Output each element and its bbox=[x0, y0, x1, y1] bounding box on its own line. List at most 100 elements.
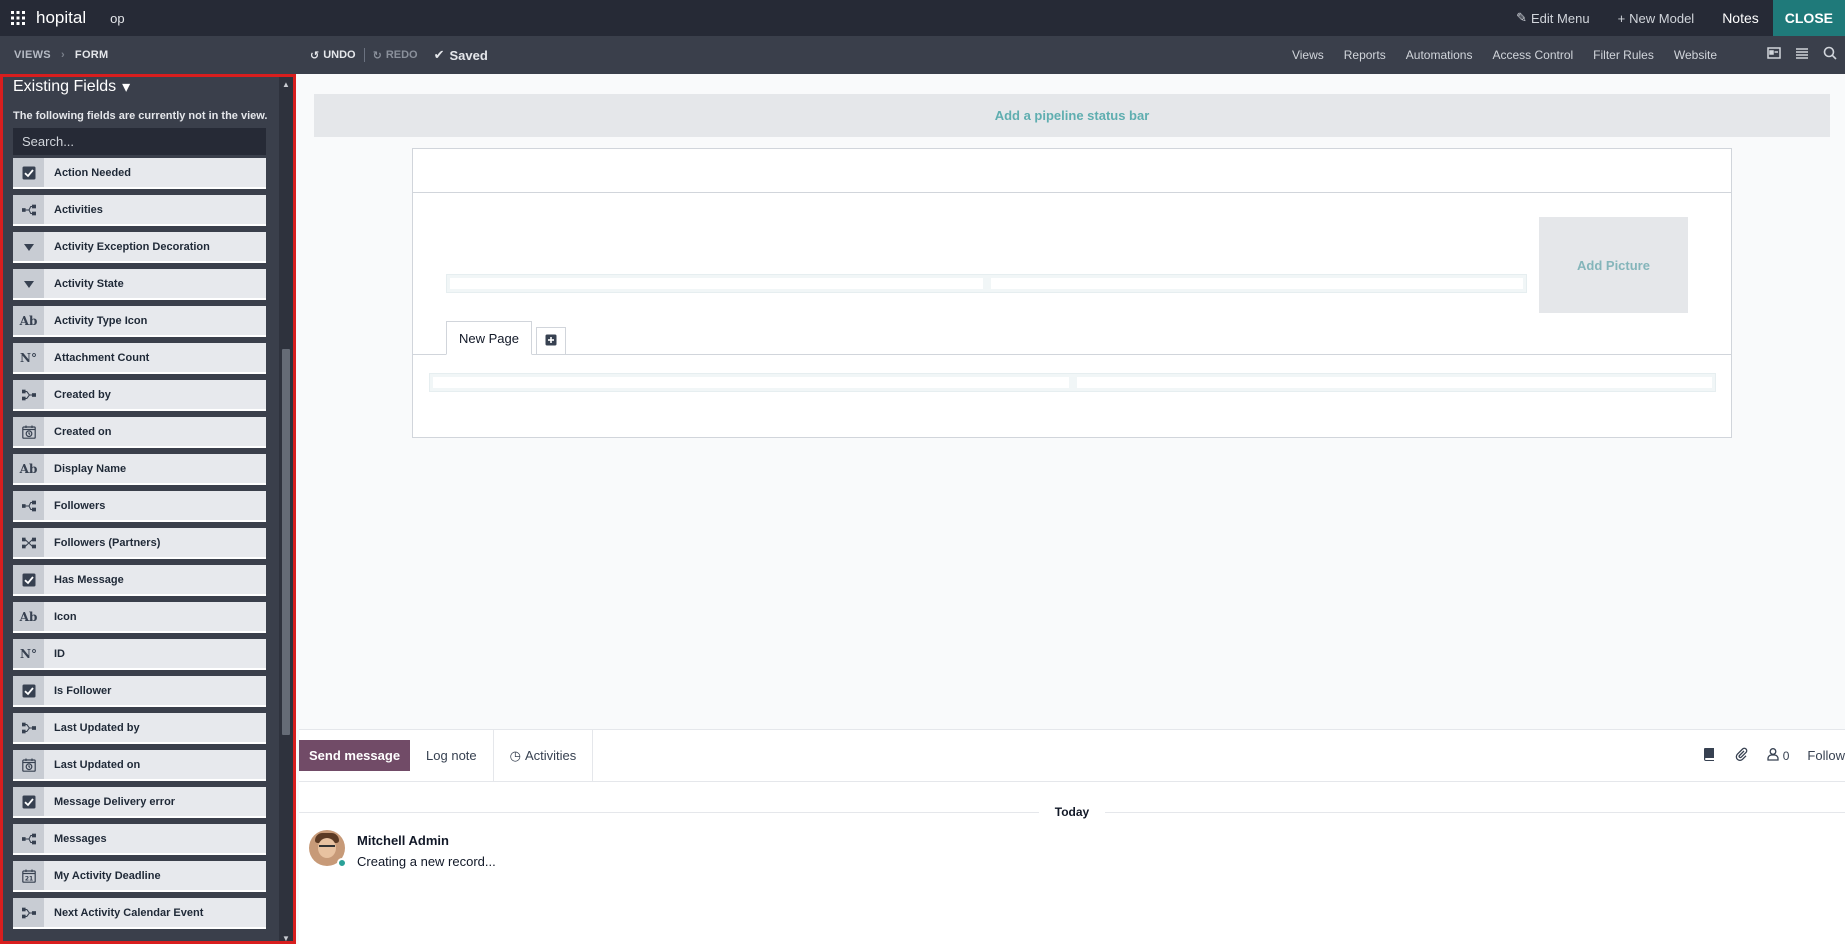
nav-access-control[interactable]: Access Control bbox=[1482, 48, 1583, 62]
notes-button[interactable]: Notes bbox=[1708, 0, 1773, 36]
field-item[interactable]: Followers bbox=[13, 491, 266, 522]
field-item[interactable]: Created by bbox=[13, 380, 266, 411]
svg-text:21: 21 bbox=[24, 875, 32, 882]
field-label: Next Activity Calendar Event bbox=[54, 906, 204, 919]
form-editor: Add a pipeline status bar Add Picture Ne… bbox=[299, 74, 1845, 729]
online-status-icon bbox=[337, 858, 347, 868]
nav-website[interactable]: Website bbox=[1664, 48, 1727, 62]
field-item[interactable]: Message Delivery error bbox=[13, 787, 266, 818]
field-label: Attachment Count bbox=[54, 351, 150, 364]
studio-toolbar: VIEWS › FORM ↺ UNDO ↻ REDO ✔ Saved Views… bbox=[0, 36, 1845, 74]
field-item[interactable]: Activity State bbox=[13, 269, 266, 300]
clock-icon: ◷ bbox=[509, 747, 521, 763]
field-label: Last Updated on bbox=[54, 758, 141, 771]
field-item[interactable]: Action Needed bbox=[13, 158, 266, 189]
add-tab-button[interactable] bbox=[535, 327, 566, 355]
nav-filter-rules[interactable]: Filter Rules bbox=[1583, 48, 1664, 62]
follow-button[interactable]: Follow bbox=[1807, 748, 1845, 763]
apps-menu-icon[interactable] bbox=[0, 0, 36, 36]
studio-subnav: Views Reports Automations Access Control… bbox=[1282, 48, 1727, 62]
breadcrumb-form: FORM bbox=[74, 49, 109, 61]
app-name[interactable]: hopital bbox=[36, 8, 86, 28]
scroll-thumb[interactable] bbox=[282, 349, 290, 735]
checkbox-icon bbox=[13, 787, 44, 816]
field-item[interactable]: Ab Activity Type Icon bbox=[13, 306, 266, 337]
field-item[interactable]: Has Message bbox=[13, 565, 266, 596]
field-label: Activity State bbox=[54, 277, 124, 290]
field-item[interactable]: Messages bbox=[13, 824, 266, 855]
book-icon[interactable] bbox=[1702, 747, 1716, 764]
field-item[interactable]: Is Follower bbox=[13, 676, 266, 707]
field-label: My Activity Deadline bbox=[54, 869, 161, 882]
message-author[interactable]: Mitchell Admin bbox=[357, 833, 496, 848]
page-drop-zone[interactable] bbox=[429, 373, 1716, 392]
field-item[interactable]: Created on bbox=[13, 417, 266, 448]
breadcrumb-views[interactable]: VIEWS bbox=[14, 49, 51, 61]
menu-item-op[interactable]: op bbox=[110, 11, 124, 26]
field-item[interactable]: Followers (Partners) bbox=[13, 528, 266, 559]
send-message-button[interactable]: Send message bbox=[299, 740, 411, 771]
paperclip-icon[interactable] bbox=[1734, 747, 1748, 764]
field-item[interactable]: Last Updated on bbox=[13, 750, 266, 781]
redo-button[interactable]: ↻ REDO bbox=[373, 49, 418, 62]
search-icon[interactable] bbox=[1823, 46, 1837, 65]
field-label: Message Delivery error bbox=[54, 795, 176, 808]
activities-label: Activities bbox=[525, 748, 577, 763]
add-picture-button[interactable]: Add Picture bbox=[1539, 217, 1688, 313]
checkbox-icon bbox=[13, 565, 44, 594]
notebook-tabs: New Page bbox=[446, 321, 566, 355]
scroll-down-arrow-icon[interactable]: ▼ bbox=[281, 934, 291, 941]
field-label: Icon bbox=[54, 610, 77, 623]
one2many-icon bbox=[13, 195, 44, 224]
field-item[interactable]: Activity Exception Decoration bbox=[13, 232, 266, 263]
top-navbar: hopital op ✎ Edit Menu + New Model Notes… bbox=[0, 0, 1845, 36]
field-item[interactable]: Next Activity Calendar Event bbox=[13, 898, 266, 929]
char-icon: Ab bbox=[13, 306, 44, 335]
sheet-header[interactable] bbox=[413, 149, 1731, 193]
field-label: Last Updated by bbox=[54, 721, 140, 734]
field-item[interactable]: N° ID bbox=[13, 639, 266, 670]
title-drop-zone[interactable] bbox=[446, 274, 1527, 293]
add-pipeline-status-bar[interactable]: Add a pipeline status bar bbox=[314, 94, 1830, 137]
undo-button[interactable]: ↺ UNDO bbox=[310, 49, 356, 62]
breadcrumb: VIEWS › FORM bbox=[0, 49, 296, 61]
checkbox-icon bbox=[13, 676, 44, 705]
checkbox-icon bbox=[13, 158, 44, 187]
existing-fields-dropdown[interactable]: Existing Fields ▾ bbox=[13, 77, 269, 97]
undo-icon: ↺ bbox=[310, 49, 320, 62]
field-item[interactable]: N° Attachment Count bbox=[13, 343, 266, 374]
sidebar-scrollbar[interactable]: ▲ ▼ bbox=[279, 77, 293, 941]
log-note-button[interactable]: Log note bbox=[410, 729, 494, 782]
field-item[interactable]: Ab Icon bbox=[13, 602, 266, 633]
field-item[interactable]: Activities bbox=[13, 195, 266, 226]
field-item[interactable]: 21 My Activity Deadline bbox=[13, 861, 266, 892]
scroll-up-arrow-icon[interactable]: ▲ bbox=[281, 80, 291, 90]
followers-button[interactable]: 0 bbox=[1766, 747, 1789, 764]
undo-redo-group: ↺ UNDO ↻ REDO bbox=[310, 48, 418, 62]
edit-menu-label: Edit Menu bbox=[1531, 10, 1590, 26]
many2one-icon bbox=[13, 898, 44, 927]
form-view-icon[interactable] bbox=[1767, 46, 1781, 65]
divider bbox=[363, 48, 365, 62]
close-studio-button[interactable]: CLOSE bbox=[1772, 0, 1845, 36]
nav-reports[interactable]: Reports bbox=[1334, 48, 1396, 62]
new-model-button[interactable]: + New Model bbox=[1604, 0, 1709, 36]
activities-button[interactable]: ◷ Activities bbox=[494, 729, 594, 782]
field-item[interactable]: Ab Display Name bbox=[13, 454, 266, 485]
new-model-label: New Model bbox=[1629, 10, 1695, 26]
nav-automations[interactable]: Automations bbox=[1396, 48, 1483, 62]
saved-label: Saved bbox=[449, 47, 488, 63]
many2one-icon bbox=[13, 380, 44, 409]
field-item[interactable]: Last Updated by bbox=[13, 713, 266, 744]
field-label: Has Message bbox=[54, 573, 124, 586]
edit-menu-button[interactable]: ✎ Edit Menu bbox=[1502, 0, 1603, 36]
sidebar-description: The following fields are currently not i… bbox=[13, 110, 268, 122]
many2one-icon bbox=[13, 713, 44, 742]
undo-label: UNDO bbox=[323, 49, 356, 61]
list-view-icon[interactable] bbox=[1795, 46, 1809, 65]
nav-views[interactable]: Views bbox=[1282, 48, 1334, 62]
field-search-input[interactable] bbox=[13, 128, 266, 155]
tab-new-page[interactable]: New Page bbox=[446, 321, 532, 355]
view-switcher bbox=[1767, 46, 1837, 65]
datetime-icon bbox=[13, 750, 44, 779]
